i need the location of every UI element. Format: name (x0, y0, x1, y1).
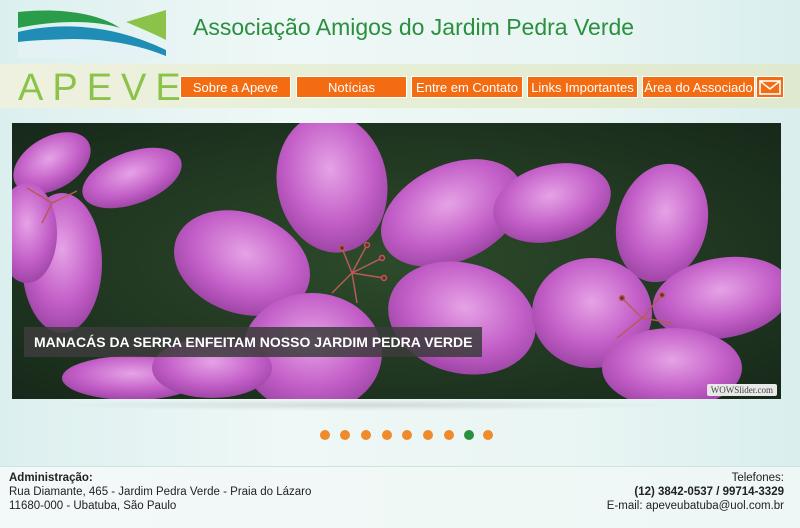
phone-numbers: (12) 3842-0537 / 99714-3329 (634, 486, 784, 498)
nav-noticias-button[interactable]: Notícias (296, 76, 407, 98)
slider-watermark[interactable]: WOWSlider.com (706, 384, 777, 396)
slide-dot[interactable] (320, 430, 330, 440)
envelope-icon (759, 80, 781, 95)
apeve-logo-icon[interactable] (16, 6, 168, 58)
footer-contact: Telefones: (12) 3842-0537 / 99714-3329 E… (607, 471, 784, 513)
slide-dot[interactable] (483, 430, 493, 440)
email-line[interactable]: E-mail: apeveubatuba@uol.com.br (607, 499, 784, 513)
slide-caption[interactable]: MANACÁS DA SERRA ENFEITAM NOSSO JARDIM P… (24, 327, 483, 357)
flower-photo (12, 123, 781, 399)
slide-dot[interactable] (340, 430, 350, 440)
site-title: Associação Amigos do Jardim Pedra Verde (193, 14, 635, 40)
header: Associação Amigos do Jardim Pedra Verde (0, 0, 800, 62)
nav-sobre-button[interactable]: Sobre a Apeve (180, 76, 291, 98)
footer-address: Administração: Rua Diamante, 465 - Jardi… (9, 471, 311, 513)
address-line-1: Rua Diamante, 465 - Jardim Pedra Verde -… (9, 486, 312, 498)
slide-dot[interactable] (423, 430, 433, 440)
address-line-2: 11680-000 - Ubatuba, São Paulo (9, 500, 177, 512)
slide-dot[interactable] (444, 430, 454, 440)
image-slider[interactable]: MANACÁS DA SERRA ENFEITAM NOSSO JARDIM P… (12, 123, 781, 399)
mail-button[interactable] (756, 76, 784, 98)
slide-dot[interactable] (402, 430, 412, 440)
nav-contato-button[interactable]: Entre em Contato (411, 76, 523, 98)
nav-links-button[interactable]: Links Importantes (527, 76, 638, 98)
brand-wordmark[interactable]: APEVE (18, 66, 190, 110)
footer: Administração: Rua Diamante, 465 - Jardi… (0, 466, 800, 528)
slide-dot[interactable] (361, 430, 371, 440)
slider-shadow (50, 399, 680, 411)
slide-dot-active[interactable] (464, 430, 474, 440)
slide-dot[interactable] (382, 430, 392, 440)
nav-associado-button[interactable]: Área do Associado (642, 76, 755, 98)
phones-label: Telefones: (731, 472, 784, 484)
admin-label: Administração: (9, 472, 93, 484)
